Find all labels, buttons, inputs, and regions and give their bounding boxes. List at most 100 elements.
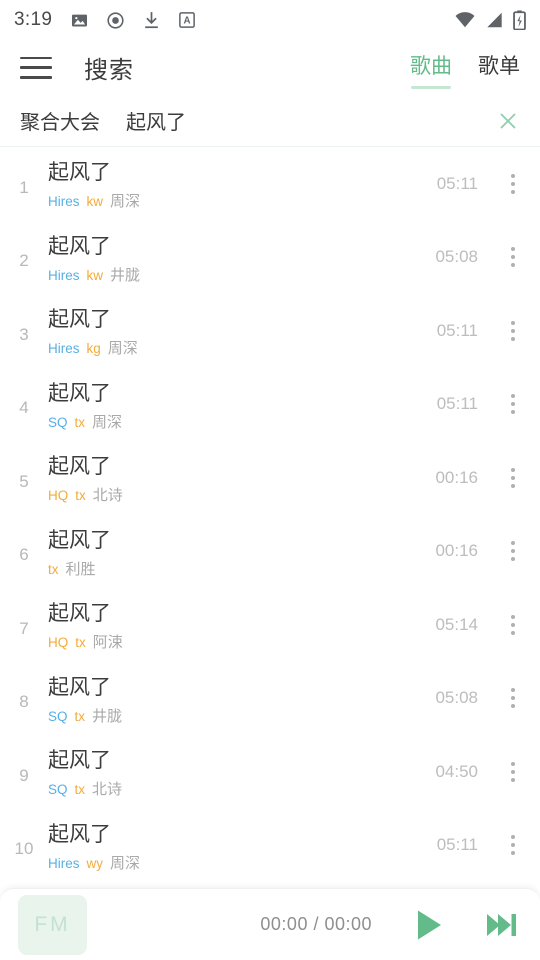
song-artist: 井胧 (110, 266, 141, 284)
play-icon[interactable] (406, 903, 450, 947)
song-artist: 阿涑 (92, 634, 123, 652)
song-index: 1 (19, 177, 29, 197)
quality-badge: SQ (48, 782, 68, 798)
song-artist: 利胜 (65, 560, 96, 578)
song-meta: tx 利胜 (48, 558, 435, 579)
more-options-icon[interactable] (500, 682, 526, 714)
song-artist: 周深 (110, 854, 141, 872)
source-badge: tx (48, 561, 59, 577)
more-options-icon[interactable] (500, 168, 526, 200)
signal-icon (485, 11, 504, 29)
song-meta: Hires kw 井胧 (48, 264, 435, 285)
status-bar-system-icons (454, 10, 526, 30)
source-badge: kw (86, 194, 104, 210)
mini-player-bar: FM 00:00 / 00:00 (0, 888, 540, 960)
more-options-icon[interactable] (500, 535, 526, 567)
tab-songs[interactable]: 歌曲 (410, 50, 452, 89)
song-row[interactable]: 3 起风了 Hires kg 周深 05:11 (0, 294, 540, 368)
screenshot-a-icon: A (178, 11, 196, 29)
more-options-icon[interactable] (500, 241, 526, 273)
song-row[interactable]: 8 起风了 SQ tx 井胧 05:08 (0, 662, 540, 736)
more-options-icon[interactable] (500, 462, 526, 494)
song-title: 起风了 (48, 234, 111, 258)
source-badge: tx (75, 635, 86, 651)
search-query-bar: 聚合大会 起风了 (0, 95, 540, 147)
song-duration: 00:16 (435, 541, 478, 561)
more-options-icon[interactable] (500, 315, 526, 347)
fm-button[interactable]: FM (18, 894, 87, 955)
song-row[interactable]: 4 起风了 SQ tx 周深 05:11 (0, 368, 540, 442)
search-source-label[interactable]: 聚合大会 (20, 106, 100, 135)
close-icon[interactable] (496, 109, 520, 133)
image-icon (70, 11, 89, 30)
song-meta: SQ tx 井胧 (48, 705, 435, 726)
source-badge: tx (74, 414, 86, 430)
song-index: 5 (19, 471, 29, 491)
song-row[interactable]: 2 起风了 Hires kw 井胧 05:08 (0, 221, 540, 295)
next-track-icon[interactable] (482, 905, 522, 945)
source-badge: wy (86, 855, 104, 871)
more-options-icon[interactable] (500, 829, 526, 861)
search-keyword[interactable]: 起风了 (126, 106, 186, 135)
song-index: 9 (19, 765, 29, 785)
song-title: 起风了 (48, 455, 111, 479)
song-row[interactable]: 9 起风了 SQ tx 北诗 04:50 (0, 735, 540, 809)
wifi-icon (454, 11, 476, 29)
song-duration: 05:11 (436, 394, 478, 414)
song-title: 起风了 (48, 161, 111, 185)
song-index: 4 (19, 398, 29, 418)
song-title: 起风了 (48, 675, 111, 699)
song-title: 起风了 (48, 528, 111, 552)
quality-badge: SQ (48, 414, 68, 430)
song-duration: 00:16 (435, 467, 478, 487)
song-results-list[interactable]: 1 起风了 Hires kw 周深 05:11 2 起风了 Hires kw 井胧 05:08 3 起风了… (0, 147, 540, 892)
song-meta: Hires kg 周深 (48, 337, 437, 358)
song-row[interactable]: 10 起风了 Hires wy 周深 05:11 (0, 809, 540, 883)
record-icon (106, 11, 125, 30)
song-duration: 05:08 (435, 688, 478, 708)
song-artist: 北诗 (92, 781, 123, 799)
song-info: 起风了 tx 利胜 (48, 524, 435, 579)
song-info: 起风了 SQ tx 周深 (48, 377, 437, 432)
status-bar-notification-icons: A (70, 11, 196, 30)
svg-text:A: A (184, 15, 191, 26)
song-meta: Hires wy 周深 (48, 852, 437, 873)
hamburger-menu-icon[interactable] (20, 56, 52, 79)
song-meta: Hires kw 周深 (48, 190, 437, 211)
tab-bar: 歌曲 歌单 (410, 47, 520, 89)
tab-playlists[interactable]: 歌单 (478, 50, 520, 89)
more-options-icon[interactable] (500, 756, 526, 788)
song-index: 10 (14, 839, 34, 859)
song-index: 8 (19, 692, 29, 712)
song-info: 起风了 Hires kg 周深 (48, 303, 437, 358)
song-info: 起风了 SQ tx 井胧 (48, 671, 435, 726)
song-row[interactable]: 6 起风了 tx 利胜 00:16 (0, 515, 540, 589)
quality-badge: SQ (48, 708, 68, 724)
app-bar: 搜索 歌曲 歌单 (0, 40, 540, 95)
more-options-icon[interactable] (500, 388, 526, 420)
source-badge: tx (75, 488, 86, 504)
song-duration: 05:11 (436, 173, 478, 193)
song-title: 起风了 (48, 381, 111, 405)
song-meta: HQ tx 阿涑 (48, 631, 435, 652)
song-index: 3 (19, 324, 29, 344)
song-duration: 05:11 (436, 320, 478, 340)
song-index: 7 (19, 618, 29, 638)
song-row[interactable]: 7 起风了 HQ tx 阿涑 05:14 (0, 588, 540, 662)
download-icon (142, 11, 161, 30)
song-row[interactable]: 1 起风了 Hires kw 周深 05:11 (0, 147, 540, 221)
more-options-icon[interactable] (500, 609, 526, 641)
quality-badge: Hires (48, 855, 80, 871)
song-artist: 周深 (107, 340, 138, 358)
song-title: 起风了 (48, 822, 111, 846)
song-index: 6 (19, 545, 29, 565)
song-artist: 周深 (92, 413, 123, 431)
page-title: 搜索 (84, 57, 134, 84)
song-row[interactable]: 5 起风了 HQ tx 北诗 00:16 (0, 441, 540, 515)
music-search-screen: 3:19 A 搜索 歌曲 歌单 聚合大会 起风了 1 起风了 Hires kw … (0, 0, 540, 960)
source-badge: kw (86, 267, 104, 283)
song-index: 2 (19, 251, 29, 271)
status-bar-clock: 3:19 (14, 9, 53, 30)
song-meta: HQ tx 北诗 (48, 484, 435, 505)
song-info: 起风了 Hires kw 周深 (48, 156, 437, 211)
